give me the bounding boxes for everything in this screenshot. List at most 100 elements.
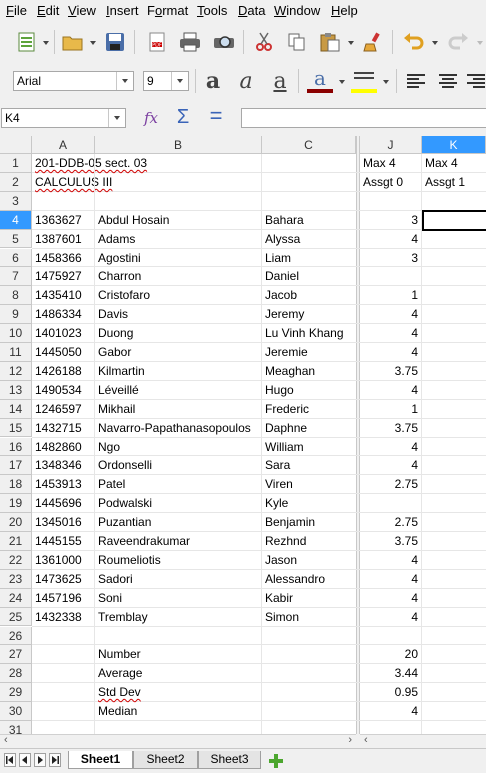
- row-header-28[interactable]: 28: [0, 664, 32, 684]
- print-icon[interactable]: [178, 31, 202, 53]
- cell-a16[interactable]: 1482860: [35, 438, 91, 457]
- cell-c23[interactable]: Alessandro: [265, 570, 352, 589]
- align-center-icon[interactable]: [436, 70, 460, 92]
- cell-k2[interactable]: Assgt 1: [425, 173, 482, 192]
- cell-j9[interactable]: 4: [363, 305, 418, 324]
- cell-j18[interactable]: 2.75: [363, 475, 418, 494]
- cell-k29[interactable]: [425, 683, 482, 702]
- undo-dropdown-arrow[interactable]: [432, 41, 438, 45]
- cell-b29[interactable]: Std Dev: [98, 683, 258, 702]
- row-header-18[interactable]: 18: [0, 475, 32, 495]
- name-box[interactable]: K4: [1, 108, 126, 128]
- cell-a31[interactable]: [35, 721, 91, 734]
- column-header-k[interactable]: K: [422, 136, 486, 154]
- cell-k27[interactable]: [425, 645, 482, 664]
- cell-b15[interactable]: Navarro-Papathanasopoulos: [98, 419, 258, 438]
- scroll-left-arrow-icon[interactable]: ‹: [4, 734, 8, 746]
- cell-j11[interactable]: 4: [363, 343, 418, 362]
- column-header-c[interactable]: C: [262, 136, 356, 154]
- cell-j17[interactable]: 4: [363, 456, 418, 475]
- cell-j30[interactable]: 4: [363, 702, 418, 721]
- paste-dropdown-arrow[interactable]: [348, 41, 354, 45]
- cell-k1[interactable]: Max 4: [425, 154, 482, 173]
- copy-icon[interactable]: [286, 31, 308, 53]
- cell-k22[interactable]: [425, 551, 482, 570]
- row-header-24[interactable]: 24: [0, 588, 32, 608]
- cell-j1[interactable]: Max 4: [363, 154, 418, 173]
- cell-b26[interactable]: [98, 627, 258, 646]
- cell-j28[interactable]: 3.44: [363, 664, 418, 683]
- cell-b16[interactable]: Ngo: [98, 438, 258, 457]
- row-header-17[interactable]: 17: [0, 456, 32, 476]
- cell-b20[interactable]: Puzantian: [98, 513, 258, 532]
- menu-format[interactable]: Format: [147, 3, 188, 18]
- cell-c5[interactable]: Alyssa: [265, 230, 352, 249]
- cell-j5[interactable]: 4: [363, 230, 418, 249]
- cell-b3[interactable]: [98, 192, 258, 211]
- select-all-corner[interactable]: [0, 136, 32, 154]
- cell-k8[interactable]: [425, 286, 482, 305]
- cell-j6[interactable]: 3: [363, 249, 418, 268]
- menu-data[interactable]: Data: [238, 3, 265, 18]
- first-sheet-icon[interactable]: [4, 753, 16, 767]
- font-color-dropdown-arrow[interactable]: [339, 80, 345, 84]
- row-header-16[interactable]: 16: [0, 437, 32, 457]
- open-folder-icon[interactable]: [61, 31, 85, 53]
- cell-c30[interactable]: [265, 702, 352, 721]
- cell-j4[interactable]: 3: [363, 211, 418, 230]
- cell-a3[interactable]: [35, 192, 91, 211]
- cell-b7[interactable]: Charron: [98, 267, 258, 286]
- cell-k14[interactable]: [425, 400, 482, 419]
- cell-b19[interactable]: Podwalski: [98, 494, 258, 513]
- cell-b10[interactable]: Duong: [98, 324, 258, 343]
- cell-a25[interactable]: 1432338: [35, 608, 91, 627]
- align-left-icon[interactable]: [404, 70, 428, 92]
- cell-b13[interactable]: Léveillé: [98, 381, 258, 400]
- row-header-26[interactable]: 26: [0, 626, 32, 646]
- cell-j23[interactable]: 4: [363, 570, 418, 589]
- font-size-box[interactable]: 9: [143, 71, 189, 91]
- bold-icon[interactable]: a: [201, 68, 225, 94]
- row-header-14[interactable]: 14: [0, 399, 32, 419]
- row-header-25[interactable]: 25: [0, 607, 32, 627]
- cell-j20[interactable]: 2.75: [363, 513, 418, 532]
- cell-a17[interactable]: 1348346: [35, 456, 91, 475]
- row-header-4[interactable]: 4: [0, 210, 32, 230]
- sheet-tab-sheet3[interactable]: Sheet3: [198, 751, 261, 769]
- cell-k11[interactable]: [425, 343, 482, 362]
- cell-b27[interactable]: Number: [98, 645, 258, 664]
- cell-k16[interactable]: [425, 438, 482, 457]
- cell-c8[interactable]: Jacob: [265, 286, 352, 305]
- cell-a27[interactable]: [35, 645, 91, 664]
- row-header-6[interactable]: 6: [0, 248, 32, 268]
- cell-a14[interactable]: 1246597: [35, 400, 91, 419]
- cell-k28[interactable]: [425, 664, 482, 683]
- cell-a13[interactable]: 1490534: [35, 381, 91, 400]
- cell-j14[interactable]: 1: [363, 400, 418, 419]
- cell-k25[interactable]: [425, 608, 482, 627]
- cell-j2[interactable]: Assgt 0: [363, 173, 418, 192]
- row-header-2[interactable]: 2: [0, 172, 32, 192]
- last-sheet-icon[interactable]: [49, 753, 61, 767]
- cell-b25[interactable]: Tremblay: [98, 608, 258, 627]
- cell-j21[interactable]: 3.75: [363, 532, 418, 551]
- cell-b14[interactable]: Mikhail: [98, 400, 258, 419]
- cell-a9[interactable]: 1486334: [35, 305, 91, 324]
- underline-icon[interactable]: a: [268, 68, 292, 94]
- cell-k13[interactable]: [425, 381, 482, 400]
- cell-j12[interactable]: 3.75: [363, 362, 418, 381]
- cell-k17[interactable]: [425, 456, 482, 475]
- cell-b6[interactable]: Agostini: [98, 249, 258, 268]
- cell-c25[interactable]: Simon: [265, 608, 352, 627]
- scroll-right-arrow-icon[interactable]: ›: [348, 734, 352, 746]
- cell-a6[interactable]: 1458366: [35, 249, 91, 268]
- cell-a21[interactable]: 1445155: [35, 532, 91, 551]
- cell-j27[interactable]: 20: [363, 645, 418, 664]
- cell-j3[interactable]: [363, 192, 418, 211]
- cell-k26[interactable]: [425, 627, 482, 646]
- cell-c3[interactable]: [265, 192, 352, 211]
- cell-a2[interactable]: CALCULUS III: [35, 173, 112, 192]
- undo-icon[interactable]: [402, 31, 426, 53]
- cut-icon[interactable]: [253, 31, 275, 53]
- italic-icon[interactable]: a: [234, 68, 258, 94]
